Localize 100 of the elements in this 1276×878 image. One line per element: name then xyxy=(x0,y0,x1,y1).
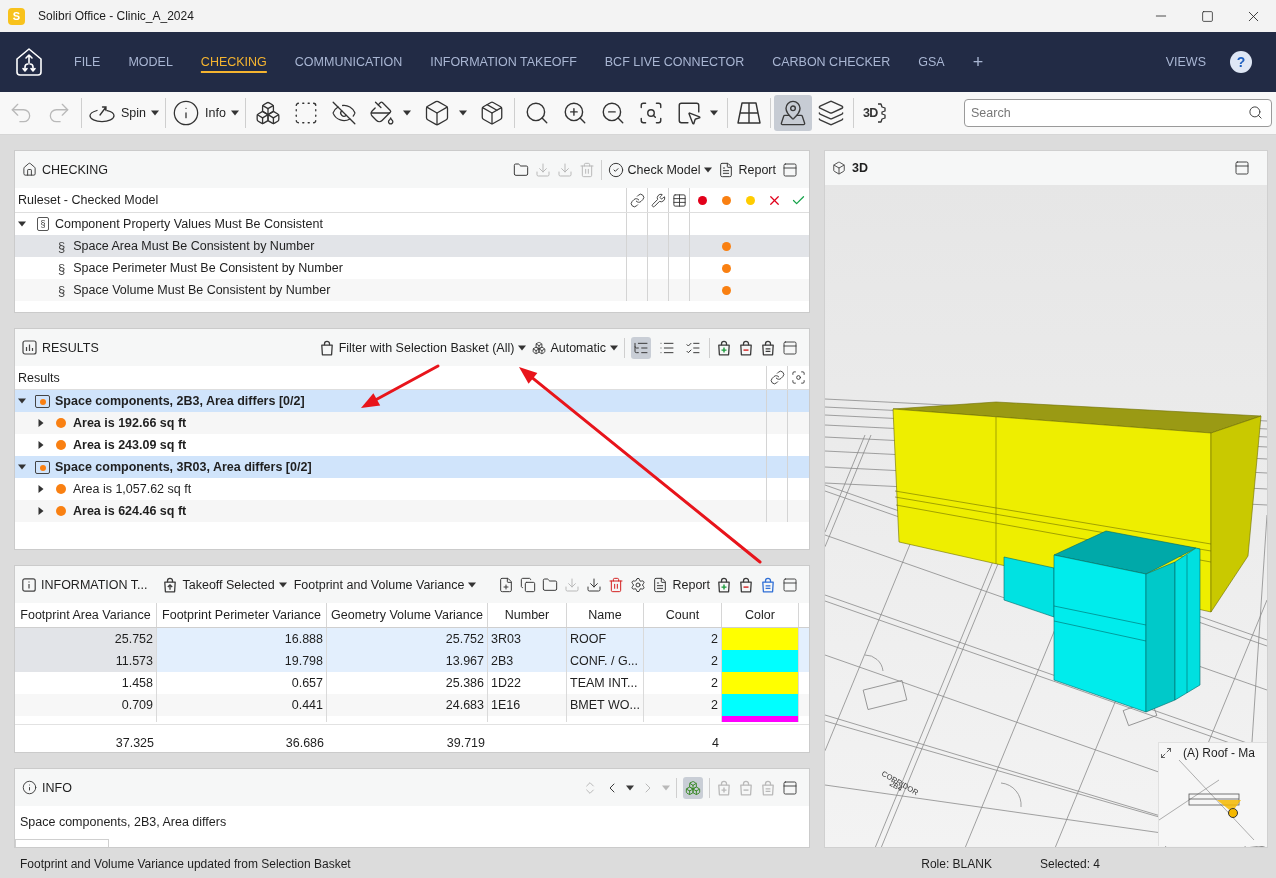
wrench-icon[interactable] xyxy=(650,192,666,208)
menu-tab[interactable]: MODEL xyxy=(128,55,173,69)
tree-row[interactable]: § Space Volume Must Be Consistent by Number xyxy=(15,279,809,301)
link-icon[interactable] xyxy=(629,192,645,208)
caret-down-icon[interactable] xyxy=(402,109,411,117)
bag-lines-icon[interactable] xyxy=(760,339,776,356)
result-row[interactable]: Area is 624.46 sq ft xyxy=(15,500,809,522)
caret-down-icon[interactable] xyxy=(458,109,467,117)
view-settings-button[interactable]: 3D xyxy=(856,95,893,131)
definition-dropdown[interactable]: Footprint and Volume Variance xyxy=(293,573,477,596)
status-message: Footprint and Volume Variance updated from Selection Basket xyxy=(20,857,351,871)
menu-tab[interactable]: GSA xyxy=(918,55,945,69)
folder-icon[interactable] xyxy=(512,161,529,178)
severity-dot-icon[interactable] xyxy=(697,195,707,205)
cubes-icon xyxy=(685,779,701,796)
trash-icon[interactable] xyxy=(608,576,625,593)
map-pin-button[interactable] xyxy=(773,95,812,131)
app-home-icon[interactable] xyxy=(14,46,44,78)
panel-title: CHECKING xyxy=(42,162,108,177)
caret-down-icon[interactable] xyxy=(626,783,634,792)
table-row[interactable]: 11.573 19.798 13.967 2B3 CONF. / G... 2 xyxy=(15,650,809,672)
column-header[interactable]: Number xyxy=(488,603,567,627)
window-icon[interactable] xyxy=(782,339,798,356)
highlight-button[interactable] xyxy=(683,776,703,799)
tree-view-button[interactable] xyxy=(631,336,651,359)
cubes-icon[interactable] xyxy=(254,100,281,126)
severity-dot-icon[interactable] xyxy=(721,195,731,205)
table-cell: 11.573 xyxy=(15,650,157,672)
ruleset-icon: § xyxy=(37,217,49,231)
table-cell: 25.752 xyxy=(15,628,157,650)
result-group-row[interactable]: Space components, 3R03, Area differs [0/2] xyxy=(15,456,809,478)
caret-down-icon[interactable] xyxy=(18,220,26,228)
column-header[interactable]: Footprint Perimeter Variance xyxy=(157,603,327,627)
column-header: Ruleset - Checked Model xyxy=(18,193,159,207)
file-plus-icon[interactable] xyxy=(498,576,515,593)
gear-icon[interactable] xyxy=(630,576,647,593)
eye-off-icon[interactable] xyxy=(330,100,357,126)
house-icon xyxy=(22,162,37,177)
maximize-icon[interactable] xyxy=(1200,9,1214,23)
caret-right-icon[interactable] xyxy=(37,419,45,427)
window-icon[interactable] xyxy=(1234,160,1250,176)
table-row[interactable]: 25.752 16.888 25.752 3R03 ROOF 2 xyxy=(15,628,809,650)
total-value: 36.686 xyxy=(284,735,325,752)
views-menu[interactable]: VIEWS xyxy=(1165,55,1206,69)
report-button[interactable]: Report xyxy=(718,158,776,181)
spin-button[interactable]: Spin xyxy=(85,95,163,131)
bag-minus-icon[interactable] xyxy=(738,576,754,593)
rule-label: Space Area Must Be Consistent by Number xyxy=(73,239,315,253)
menu-tab[interactable]: INFORMATION TAKEOFF xyxy=(430,55,577,69)
column-header[interactable]: Count xyxy=(644,603,722,627)
search-field[interactable]: Search xyxy=(964,99,1272,127)
bag-plus-icon[interactable] xyxy=(716,576,732,593)
result-row[interactable]: Area is 192.66 sq ft xyxy=(15,412,809,434)
caret-right-icon[interactable] xyxy=(37,507,45,515)
caret-down-icon[interactable] xyxy=(18,463,26,471)
bag-lines-icon[interactable] xyxy=(760,576,776,593)
column-header[interactable]: Footprint Area Variance xyxy=(15,603,157,627)
caret-down-icon[interactable] xyxy=(709,109,718,117)
menu-tab[interactable]: FILE xyxy=(74,55,101,69)
severity-dot-icon[interactable] xyxy=(745,195,755,205)
filter-dropdown[interactable]: Filter with Selection Basket (All) xyxy=(318,336,527,359)
menu-tab[interactable]: CHECKING xyxy=(200,55,267,69)
table-icon[interactable] xyxy=(671,192,687,208)
download-icon[interactable] xyxy=(586,576,603,593)
rule-icon: § xyxy=(58,239,66,253)
add-tab[interactable]: + xyxy=(972,53,984,71)
focus-icon[interactable] xyxy=(790,370,806,385)
link-icon[interactable] xyxy=(769,370,785,385)
expand-icon[interactable] xyxy=(1160,747,1172,759)
mode-dropdown[interactable]: Automatic xyxy=(532,336,618,359)
panel-title: RESULTS xyxy=(42,340,99,355)
info-button[interactable]: Info xyxy=(169,95,242,131)
folder-icon[interactable] xyxy=(542,576,559,593)
bag-plus-icon[interactable] xyxy=(716,339,732,356)
rule-label: Space Volume Must Be Consistent by Number xyxy=(73,283,331,297)
report-button[interactable]: Report xyxy=(652,573,710,596)
column-header[interactable]: Geometry Volume Variance xyxy=(327,603,488,627)
caret-down-icon[interactable] xyxy=(18,397,26,405)
column-header[interactable]: Name xyxy=(567,603,644,627)
paint-bucket-icon[interactable] xyxy=(368,100,395,126)
selection-status: Selected: 4 xyxy=(1039,857,1100,871)
help-button[interactable]: ? xyxy=(1230,51,1252,73)
menu-tab[interactable]: BCF LIVE CONNECTOR xyxy=(604,55,745,69)
table-row[interactable]: 0.709 0.441 24.683 1E16 BMET WO... 2 xyxy=(15,694,809,716)
takeoff-source-dropdown[interactable]: Takeoff Selected xyxy=(162,573,287,596)
search-icon xyxy=(1248,105,1263,120)
menu-tab[interactable]: COMMUNICATION xyxy=(294,55,403,69)
window-icon[interactable] xyxy=(782,576,798,593)
caret-down-icon xyxy=(230,109,239,117)
check-model-button[interactable]: Check Model xyxy=(607,158,713,181)
menu-tab[interactable]: CARBON CHECKER xyxy=(772,55,891,69)
tree-row[interactable]: § Space Area Must Be Consistent by Number xyxy=(15,235,809,257)
copy-icon[interactable] xyxy=(520,576,537,593)
caret-right-icon[interactable] xyxy=(37,485,45,493)
result-group-row[interactable]: Space components, 2B3, Area differs [0/2] xyxy=(15,390,809,412)
column-header[interactable]: Color xyxy=(722,603,799,627)
caret-right-icon[interactable] xyxy=(37,441,45,449)
window-icon[interactable] xyxy=(782,161,798,178)
window-icon[interactable] xyxy=(782,779,798,796)
bag-minus-icon[interactable] xyxy=(738,339,754,356)
